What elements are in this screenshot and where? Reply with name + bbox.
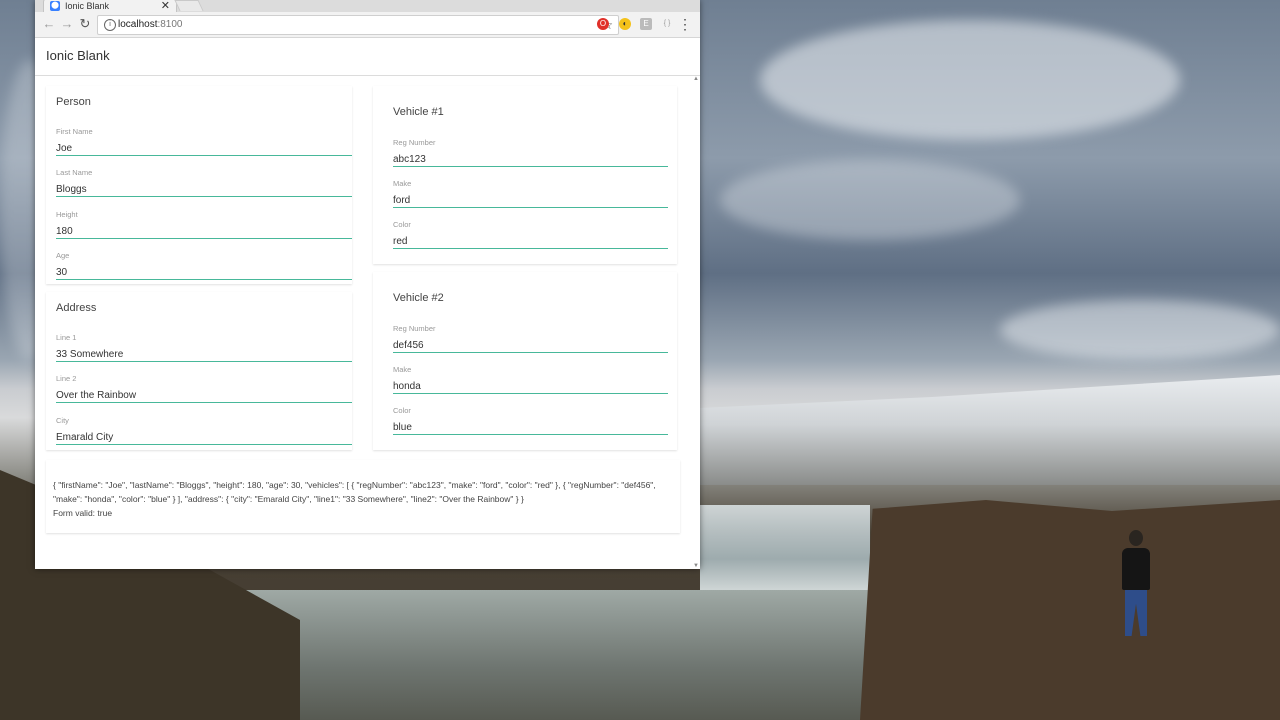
back-icon[interactable]: ←	[41, 16, 57, 32]
close-icon[interactable]: ✕	[161, 0, 170, 12]
code-extension-icon[interactable]: { }	[661, 18, 673, 30]
age-label: Age	[56, 251, 70, 260]
card-title: Address	[56, 302, 97, 314]
browser-toolbar: ← → ↻ i localhost:8100 ☆ O ◐ E { } ⋮	[35, 12, 700, 38]
reg-number-field[interactable]	[393, 338, 668, 353]
make-label: Make	[393, 179, 412, 188]
first-name-field[interactable]	[56, 141, 352, 156]
color-field[interactable]	[393, 420, 668, 435]
app-content: ▲ ▼ Person First Name Last Name Height A…	[35, 76, 700, 569]
reg-number-field[interactable]	[393, 152, 668, 167]
cliff	[860, 500, 1280, 720]
address-bar[interactable]: i localhost:8100 ☆	[97, 15, 619, 35]
info-icon[interactable]: i	[104, 19, 116, 31]
card-title: Vehicle #2	[393, 292, 444, 304]
waterfall	[700, 505, 870, 595]
age-field[interactable]	[56, 265, 352, 280]
ionic-icon: ⬤	[50, 1, 60, 11]
card-title: Vehicle #1	[393, 106, 444, 118]
page-title: Ionic Blank	[46, 48, 110, 63]
reg-number-label: Reg Number	[393, 138, 436, 147]
reg-number-label: Reg Number	[393, 324, 436, 333]
scrollbar[interactable]: ▲ ▼	[693, 76, 700, 569]
city-field[interactable]	[56, 430, 352, 445]
cloud	[1000, 300, 1280, 360]
form-valid-status: Form valid: true	[53, 508, 113, 518]
vehicle-card: Vehicle #2 Reg Number Make Color	[373, 272, 677, 450]
color-label: Color	[393, 220, 411, 229]
json-output: { "firstName": "Joe", "lastName": "Blogg…	[53, 480, 656, 504]
url-text: localhost:8100	[118, 19, 183, 30]
forward-icon[interactable]: →	[59, 16, 75, 32]
make-field[interactable]	[393, 379, 668, 394]
line2-field[interactable]	[56, 388, 352, 403]
line1-field[interactable]	[56, 347, 352, 362]
tab-title: Ionic Blank	[65, 1, 110, 11]
snowy-mountain	[700, 375, 1280, 485]
color-field[interactable]	[393, 234, 668, 249]
scroll-up-icon[interactable]: ▲	[693, 76, 699, 82]
person-card: Person First Name Last Name Height Age	[46, 86, 352, 284]
tab-strip: ⬤ Ionic Blank ✕	[35, 0, 700, 13]
first-name-label: First Name	[56, 127, 93, 136]
height-label: Height	[56, 210, 78, 219]
new-tab-button[interactable]	[174, 0, 204, 11]
last-name-field[interactable]	[56, 182, 352, 197]
reload-icon[interactable]: ↻	[77, 16, 93, 32]
opera-extension-icon[interactable]: O	[597, 18, 609, 30]
address-card: Address Line 1 Line 2 City	[46, 292, 352, 450]
pacman-extension-icon[interactable]: ◐	[619, 18, 631, 30]
card-title: Person	[56, 96, 91, 108]
cloud	[760, 20, 1180, 140]
extension-icon[interactable]: E	[640, 18, 652, 30]
scroll-down-icon[interactable]: ▼	[693, 563, 699, 569]
make-field[interactable]	[393, 193, 668, 208]
app-header: Ionic Blank	[35, 38, 700, 76]
last-name-label: Last Name	[56, 168, 93, 177]
city-label: City	[56, 416, 69, 425]
color-label: Color	[393, 406, 411, 415]
line1-label: Line 1	[56, 333, 77, 342]
browser-window: ⬤ Ionic Blank ✕ ← → ↻ i localhost:8100 ☆…	[35, 0, 700, 569]
line2-label: Line 2	[56, 374, 77, 383]
more-menu-icon[interactable]: ⋮	[678, 16, 692, 32]
make-label: Make	[393, 365, 412, 374]
cloud	[720, 160, 1020, 240]
height-field[interactable]	[56, 224, 352, 239]
vehicle-card: Vehicle #1 Reg Number Make Color	[373, 86, 677, 264]
hiker	[1120, 530, 1152, 640]
